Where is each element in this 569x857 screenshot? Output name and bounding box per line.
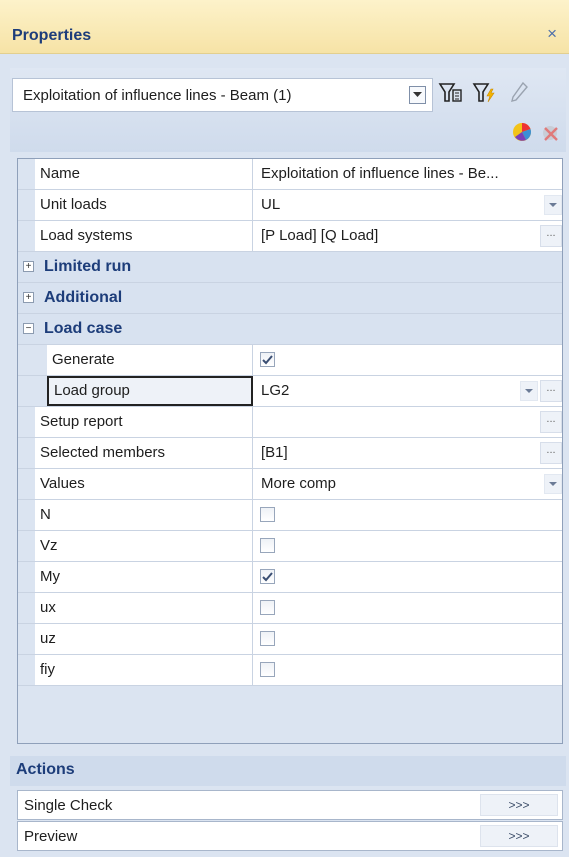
unit-loads-select[interactable]: UL xyxy=(253,190,562,220)
load-group-select[interactable]: LG2 ... xyxy=(253,376,562,406)
chevron-down-icon[interactable] xyxy=(409,86,426,104)
ellipsis-button[interactable]: ... xyxy=(540,411,562,433)
prop-row-unit-loads: Unit loads UL xyxy=(18,190,562,221)
prop-row-setup-report: Setup report ... xyxy=(18,407,562,438)
load-group-value: LG2 xyxy=(261,382,290,399)
filter-flash-icon[interactable] xyxy=(472,80,498,106)
prop-row-n: N xyxy=(18,500,562,531)
vz-checkbox[interactable] xyxy=(260,538,275,553)
prop-row-my: My xyxy=(18,562,562,593)
prop-row-fiy: fiy xyxy=(18,655,562,686)
object-selector-value: Exploitation of influence lines - Beam (… xyxy=(23,87,292,104)
delete-chart-icon[interactable] xyxy=(538,120,564,146)
collapse-icon[interactable]: − xyxy=(23,323,34,334)
generate-checkbox[interactable] xyxy=(260,352,275,367)
selected-members-field[interactable]: [B1] ... xyxy=(253,438,562,468)
category-label: Limited run xyxy=(44,258,132,275)
prop-row-name: Name Exploitation of influence lines - B… xyxy=(18,159,562,190)
prop-label-selected: Load group xyxy=(47,376,253,406)
property-grid: Name Exploitation of influence lines - B… xyxy=(17,158,563,744)
prop-row-uz: uz xyxy=(18,624,562,655)
prop-label: Values xyxy=(35,469,253,499)
panel-title-bar: Properties × xyxy=(0,0,569,54)
prop-row-vz: Vz xyxy=(18,531,562,562)
ellipsis-button[interactable]: ... xyxy=(540,442,562,464)
my-checkbox[interactable] xyxy=(260,569,275,584)
actions-title: Actions xyxy=(16,761,75,778)
run-action-button[interactable]: >>> xyxy=(480,825,558,847)
prop-label: Selected members xyxy=(35,438,253,468)
panel-title: Properties xyxy=(12,27,92,44)
pencil-icon[interactable] xyxy=(506,80,532,106)
category-label: Load case xyxy=(44,320,123,337)
category-limited-run[interactable]: + Limited run xyxy=(18,252,562,283)
uz-checkbox[interactable] xyxy=(260,631,275,646)
properties-toolbar: Exploitation of influence lines - Beam (… xyxy=(10,68,566,152)
actions-header: Actions xyxy=(10,756,566,786)
ellipsis-button[interactable]: ... xyxy=(540,380,562,402)
action-label: Single Check xyxy=(24,797,113,814)
run-action-button[interactable]: >>> xyxy=(480,794,558,816)
prop-label: Load systems xyxy=(35,221,253,251)
prop-row-load-group: Load group LG2 ... xyxy=(18,376,562,407)
expand-icon[interactable]: + xyxy=(23,261,34,272)
prop-label: N xyxy=(35,500,253,530)
prop-label: Vz xyxy=(35,531,253,561)
pie-chart-icon[interactable] xyxy=(510,120,536,146)
load-systems-value: [P Load] [Q Load] xyxy=(261,227,379,244)
ux-checkbox[interactable] xyxy=(260,600,275,615)
values-value: More comp xyxy=(261,475,337,492)
values-select[interactable]: More comp xyxy=(253,469,562,499)
prop-label: Generate xyxy=(47,345,253,375)
action-label: Preview xyxy=(24,828,78,845)
action-single-check[interactable]: Single Check >>> xyxy=(17,790,563,820)
selected-members-value: [B1] xyxy=(261,444,288,461)
expand-icon[interactable]: + xyxy=(23,292,34,303)
chevron-down-icon[interactable] xyxy=(520,381,538,401)
prop-label: Setup report xyxy=(35,407,253,437)
action-preview[interactable]: Preview >>> xyxy=(17,821,563,851)
ellipsis-button[interactable]: ... xyxy=(540,225,562,247)
object-selector[interactable]: Exploitation of influence lines - Beam (… xyxy=(12,78,433,112)
prop-row-values: Values More comp xyxy=(18,469,562,500)
prop-row-selected-members: Selected members [B1] ... xyxy=(18,438,562,469)
prop-label: uz xyxy=(35,624,253,654)
prop-label: Unit loads xyxy=(35,190,253,220)
filter-icon[interactable] xyxy=(438,80,464,106)
category-label: Additional xyxy=(44,289,123,306)
prop-row-ux: ux xyxy=(18,593,562,624)
prop-label: My xyxy=(35,562,253,592)
prop-label: ux xyxy=(35,593,253,623)
load-systems-field[interactable]: [P Load] [Q Load] ... xyxy=(253,221,562,251)
category-additional[interactable]: + Additional xyxy=(18,283,562,314)
prop-label: fiy xyxy=(35,655,253,685)
chevron-down-icon[interactable] xyxy=(544,474,562,494)
unit-loads-value: UL xyxy=(261,196,281,213)
setup-report-field[interactable]: ... xyxy=(253,407,562,437)
fiy-checkbox[interactable] xyxy=(260,662,275,677)
chevron-down-icon[interactable] xyxy=(544,195,562,215)
close-icon[interactable]: × xyxy=(547,24,557,44)
prop-label: Name xyxy=(35,159,253,189)
n-checkbox[interactable] xyxy=(260,507,275,522)
category-load-case[interactable]: − Load case xyxy=(18,314,562,345)
prop-row-load-systems: Load systems [P Load] [Q Load] ... xyxy=(18,221,562,252)
name-field[interactable]: Exploitation of influence lines - Be... xyxy=(253,159,562,189)
prop-row-generate: Generate xyxy=(18,345,562,376)
